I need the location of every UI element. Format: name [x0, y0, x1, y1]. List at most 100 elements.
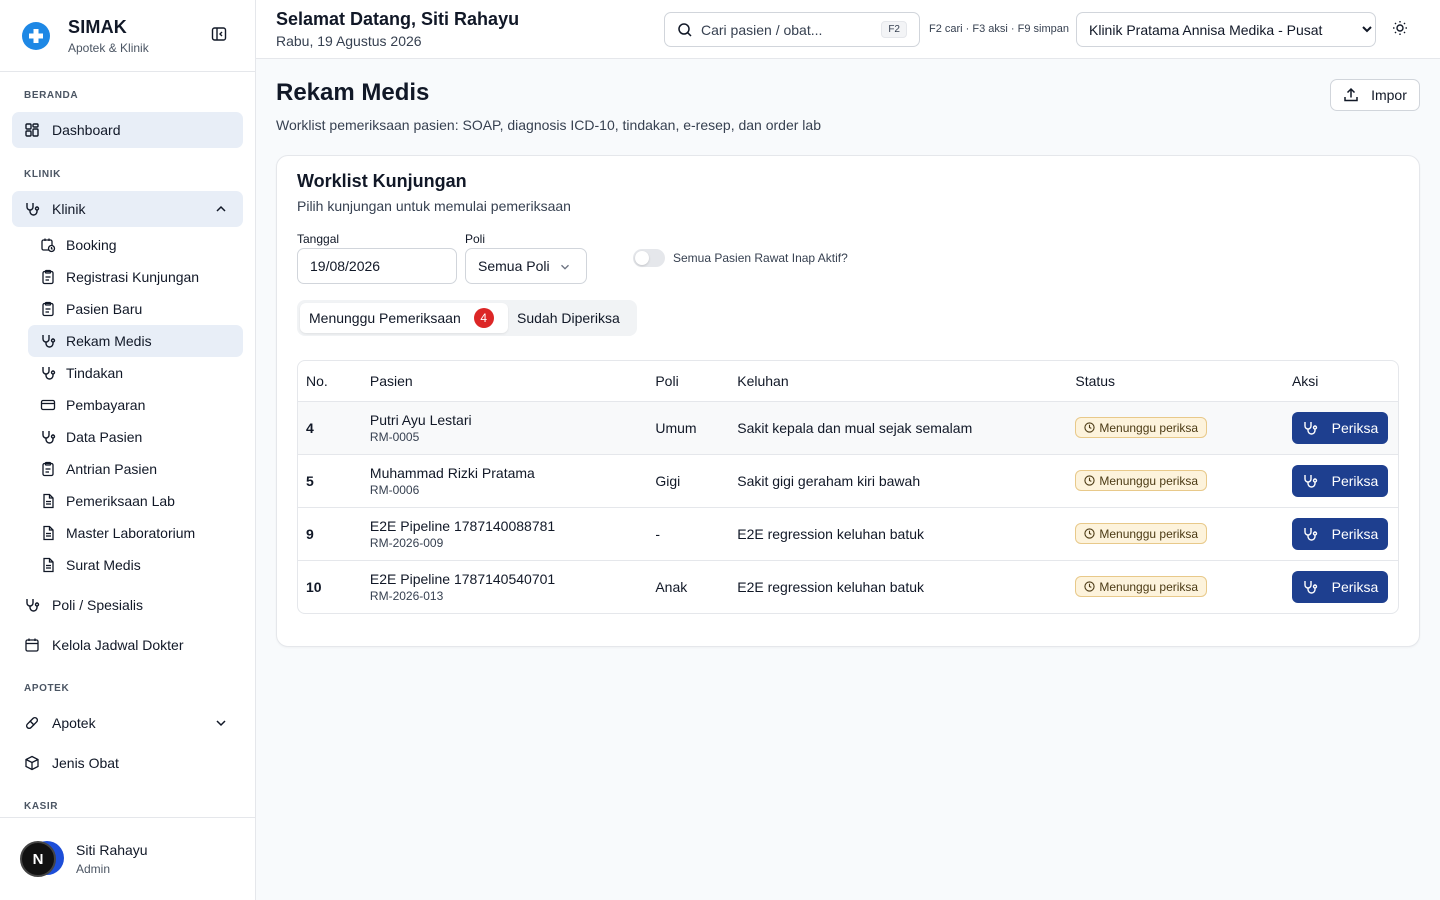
- patient-rm: RM-2026-013: [369, 588, 444, 603]
- section-label-kasir: KASIR: [24, 801, 59, 812]
- calendar-icon: [24, 637, 40, 653]
- cell-poli: Gigi: [647, 454, 730, 508]
- column-header-status: Status: [1067, 361, 1284, 402]
- sidebar-group-label: Apotek: [52, 715, 96, 731]
- sidebar-item-pasien-baru[interactable]: Pasien Baru: [28, 293, 243, 325]
- sidebar-item-label: Antrian Pasien: [66, 461, 158, 477]
- current-date: Rabu, 19 Agustus 2026: [276, 33, 422, 49]
- grid-icon: [24, 122, 40, 138]
- patient-name: E2E Pipeline 1787140088781: [369, 517, 556, 534]
- periksa-label: Periksa: [1331, 525, 1379, 542]
- sidebar-item-jenis-obat[interactable]: Jenis Obat: [12, 745, 243, 781]
- credit-card-icon: [40, 397, 56, 413]
- patient-rm: RM-0005: [369, 429, 420, 444]
- clock-icon: [1084, 581, 1095, 592]
- tab-label: Menunggu Pemeriksaan: [309, 310, 461, 326]
- box-icon: [24, 755, 40, 771]
- file-text-icon: [40, 493, 56, 509]
- cell-no: 9: [298, 507, 362, 561]
- table-row[interactable]: 5 Muhammad Rizki Pratama RM-0006 Gigi Sa…: [298, 454, 1398, 508]
- sidebar-item-label: Registrasi Kunjungan: [66, 269, 200, 285]
- cell-aksi: Periksa: [1283, 454, 1398, 508]
- sidebar-item-label: Data Pasien: [66, 429, 143, 445]
- cell-keluhan: E2E regression keluhan batuk: [737, 578, 925, 595]
- sidebar-item-jadwal-dokter[interactable]: Kelola Jadwal Dokter: [12, 627, 243, 663]
- sidebar: SIMAK Apotek & Klinik BERANDA Dashboard …: [0, 0, 256, 900]
- greeting: Selamat Datang, Siti Rahayu: [276, 9, 520, 29]
- cell-pasien: E2E Pipeline 1787140088781 RM-2026-009: [361, 507, 648, 561]
- user-role: Admin: [76, 862, 111, 876]
- sidebar-item-label: Pembayaran: [66, 397, 146, 413]
- poli-select[interactable]: Semua Poli: [465, 248, 587, 284]
- sidebar-item-antrian-pasien[interactable]: Antrian Pasien: [28, 453, 243, 485]
- sidebar-item-label: Booking: [66, 237, 117, 253]
- avatar: N: [20, 841, 64, 877]
- sidebar-item-label: Pasien Baru: [66, 301, 143, 317]
- status-text: Menunggu periksa: [1099, 579, 1199, 594]
- rawat-inap-toggle-label: Semua Pasien Rawat Inap Aktif?: [673, 251, 848, 265]
- tanggal-label: Tanggal: [297, 232, 340, 246]
- clock-icon: [1084, 422, 1095, 433]
- rawat-inap-toggle[interactable]: [633, 249, 665, 267]
- patient-name: Putri Ayu Lestari: [369, 411, 472, 428]
- top-header: Selamat Datang, Siti Rahayu Rabu, 19 Agu…: [256, 0, 1440, 59]
- tab-sudah-diperiksa[interactable]: Sudah Diperiksa: [508, 303, 629, 333]
- clipboard-icon: [40, 301, 56, 317]
- cell-poli: Anak: [655, 578, 688, 595]
- stethoscope-icon: [24, 597, 40, 613]
- status-badge: Menunggu periksa: [1075, 576, 1208, 598]
- table-row[interactable]: 10 E2E Pipeline 1787140540701 RM-2026-01…: [298, 560, 1398, 613]
- periksa-button[interactable]: Periksa: [1291, 570, 1388, 603]
- sidebar-item-label: Poli / Spesialis: [52, 597, 144, 613]
- sidebar-item-registrasi-kunjungan[interactable]: Registrasi Kunjungan: [28, 261, 243, 293]
- status-text: Menunggu periksa: [1099, 420, 1199, 435]
- periksa-button[interactable]: Periksa: [1291, 464, 1388, 497]
- sidebar-item-dashboard[interactable]: Dashboard: [12, 112, 243, 148]
- sidebar-collapse-icon[interactable]: [211, 26, 231, 46]
- sidebar-item-master-laboratorium[interactable]: Master Laboratorium: [28, 517, 243, 549]
- worklist-table: No. Pasien Poli Keluhan Status Aksi 4 Pu…: [297, 360, 1399, 614]
- cell-pasien: E2E Pipeline 1787140540701 RM-2026-013: [362, 560, 647, 613]
- cell-no: 4: [298, 401, 362, 455]
- sidebar-item-poli-spesialis[interactable]: Poli / Spesialis: [12, 587, 243, 623]
- status-badge: Menunggu periksa: [1075, 417, 1208, 438]
- user-profile[interactable]: N Siti Rahayu Admin: [0, 817, 255, 900]
- page-title: Rekam Medis: [276, 79, 430, 106]
- cell-keluhan: E2E regression keluhan batuk: [729, 507, 1068, 561]
- cell-pasien: Putri Ayu Lestari RM-0005: [361, 401, 648, 455]
- periksa-button[interactable]: Periksa: [1291, 411, 1388, 444]
- sidebar-item-rekam-medis[interactable]: Rekam Medis: [28, 325, 243, 357]
- table-row[interactable]: 9 E2E Pipeline 1787140088781 RM-2026-009…: [298, 507, 1398, 561]
- cell-keluhan: Sakit kepala dan mual sejak semalam: [729, 401, 1068, 455]
- sidebar-item-label: Master Laboratorium: [66, 525, 196, 541]
- sidebar-item-surat-medis[interactable]: Surat Medis: [28, 549, 243, 581]
- chevron-down-icon: [558, 260, 572, 277]
- cell-no: 10: [306, 578, 322, 595]
- sidebar-item-pembayaran[interactable]: Pembayaran: [28, 389, 243, 421]
- cell-aksi: Periksa: [1284, 560, 1398, 613]
- sidebar-item-pemeriksaan-lab[interactable]: Pemeriksaan Lab: [28, 485, 243, 517]
- upload-icon: [1343, 87, 1359, 103]
- tab-menunggu-pemeriksaan[interactable]: Menunggu Pemeriksaan 4: [300, 303, 508, 333]
- import-label: Impor: [1371, 87, 1407, 103]
- search-box[interactable]: F2: [664, 12, 920, 47]
- cell-no: 5: [298, 454, 362, 508]
- sidebar-item-booking[interactable]: Booking: [28, 229, 243, 261]
- table-row[interactable]: 4 Putri Ayu Lestari RM-0005 Umum Sakit k…: [298, 401, 1398, 455]
- sidebar-group-klinik[interactable]: Klinik: [12, 191, 243, 227]
- search-input[interactable]: [701, 21, 871, 38]
- clinic-select[interactable]: Klinik Pratama Annisa Medika - Pusat: [1076, 12, 1376, 47]
- sidebar-item-tindakan[interactable]: Tindakan: [28, 357, 243, 389]
- sidebar-item-data-pasien[interactable]: Data Pasien: [28, 421, 243, 453]
- file-text-icon: [40, 557, 56, 573]
- sidebar-group-label: Klinik: [52, 201, 86, 217]
- patient-rm: RM-2026-009: [369, 535, 444, 550]
- periksa-button[interactable]: Periksa: [1291, 517, 1388, 550]
- sidebar-group-apotek[interactable]: Apotek: [12, 705, 243, 741]
- tanggal-date-input[interactable]: [297, 248, 457, 284]
- import-button[interactable]: Impor: [1330, 79, 1420, 111]
- periksa-label: Periksa: [1331, 472, 1379, 489]
- keyboard-shortcuts-hint: F2 cari · F3 aksi · F9 simpan: [929, 23, 1069, 35]
- sun-icon[interactable]: [1392, 20, 1410, 38]
- column-header-pasien: Pasien: [361, 361, 648, 402]
